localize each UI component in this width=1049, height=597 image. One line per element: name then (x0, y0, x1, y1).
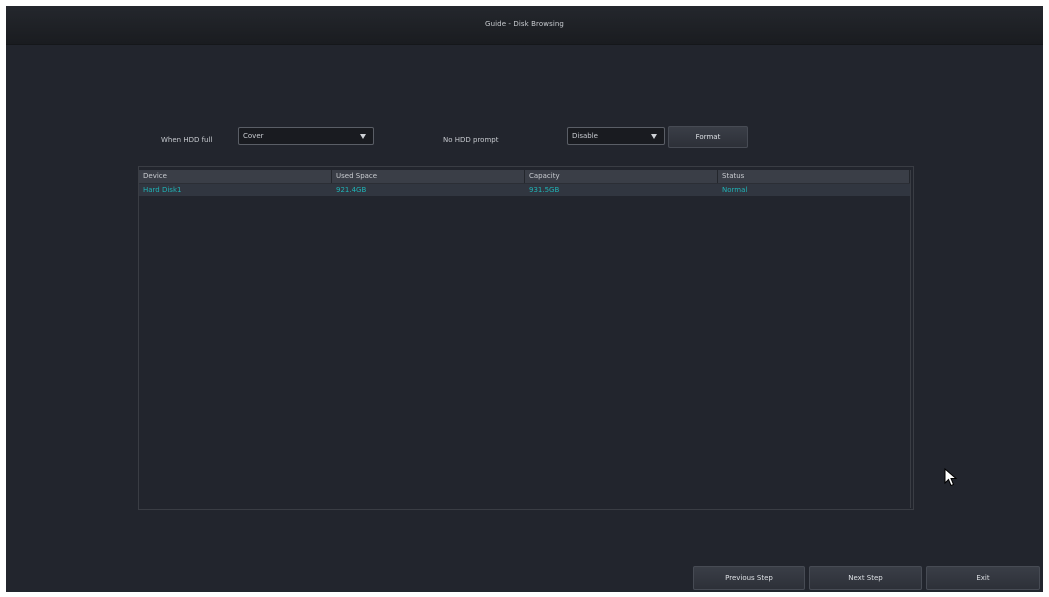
title-bar: Guide - Disk Browsing (6, 6, 1043, 45)
table-header: Device Used Space Capacity Status (139, 170, 910, 184)
disk-table: Device Used Space Capacity Status Hard D… (138, 166, 914, 510)
hdd-full-value: Cover (243, 132, 264, 140)
format-button[interactable]: Format (668, 126, 748, 148)
disk-browsing-screen: Guide - Disk Browsing When HDD full Cove… (6, 6, 1043, 592)
no-hdd-prompt-select[interactable]: Disable (567, 127, 665, 145)
chevron-down-icon (651, 134, 657, 139)
table-scrollbar-track[interactable] (910, 170, 911, 508)
cell-device: Hard Disk1 (143, 186, 182, 194)
chevron-down-icon (360, 134, 366, 139)
exit-button[interactable]: Exit (926, 566, 1040, 590)
no-hdd-prompt-value: Disable (572, 132, 598, 140)
column-header-used-space: Used Space (332, 170, 525, 183)
mouse-pointer-icon (944, 468, 958, 487)
column-header-capacity: Capacity (525, 170, 718, 183)
cell-status: Normal (722, 186, 748, 194)
table-row[interactable]: Hard Disk1 921.4GB 931.5GB Normal (139, 184, 910, 196)
cell-used-space: 921.4GB (336, 186, 367, 194)
column-header-device: Device (139, 170, 332, 183)
cell-capacity: 931.5GB (529, 186, 560, 194)
column-header-status: Status (718, 170, 910, 183)
previous-step-button[interactable]: Previous Step (693, 566, 805, 590)
no-hdd-prompt-label: No HDD prompt (443, 136, 499, 144)
hdd-full-select[interactable]: Cover (238, 127, 374, 145)
hdd-full-label: When HDD full (161, 136, 213, 144)
next-step-button[interactable]: Next Step (809, 566, 922, 590)
page-title: Guide - Disk Browsing (485, 20, 564, 28)
